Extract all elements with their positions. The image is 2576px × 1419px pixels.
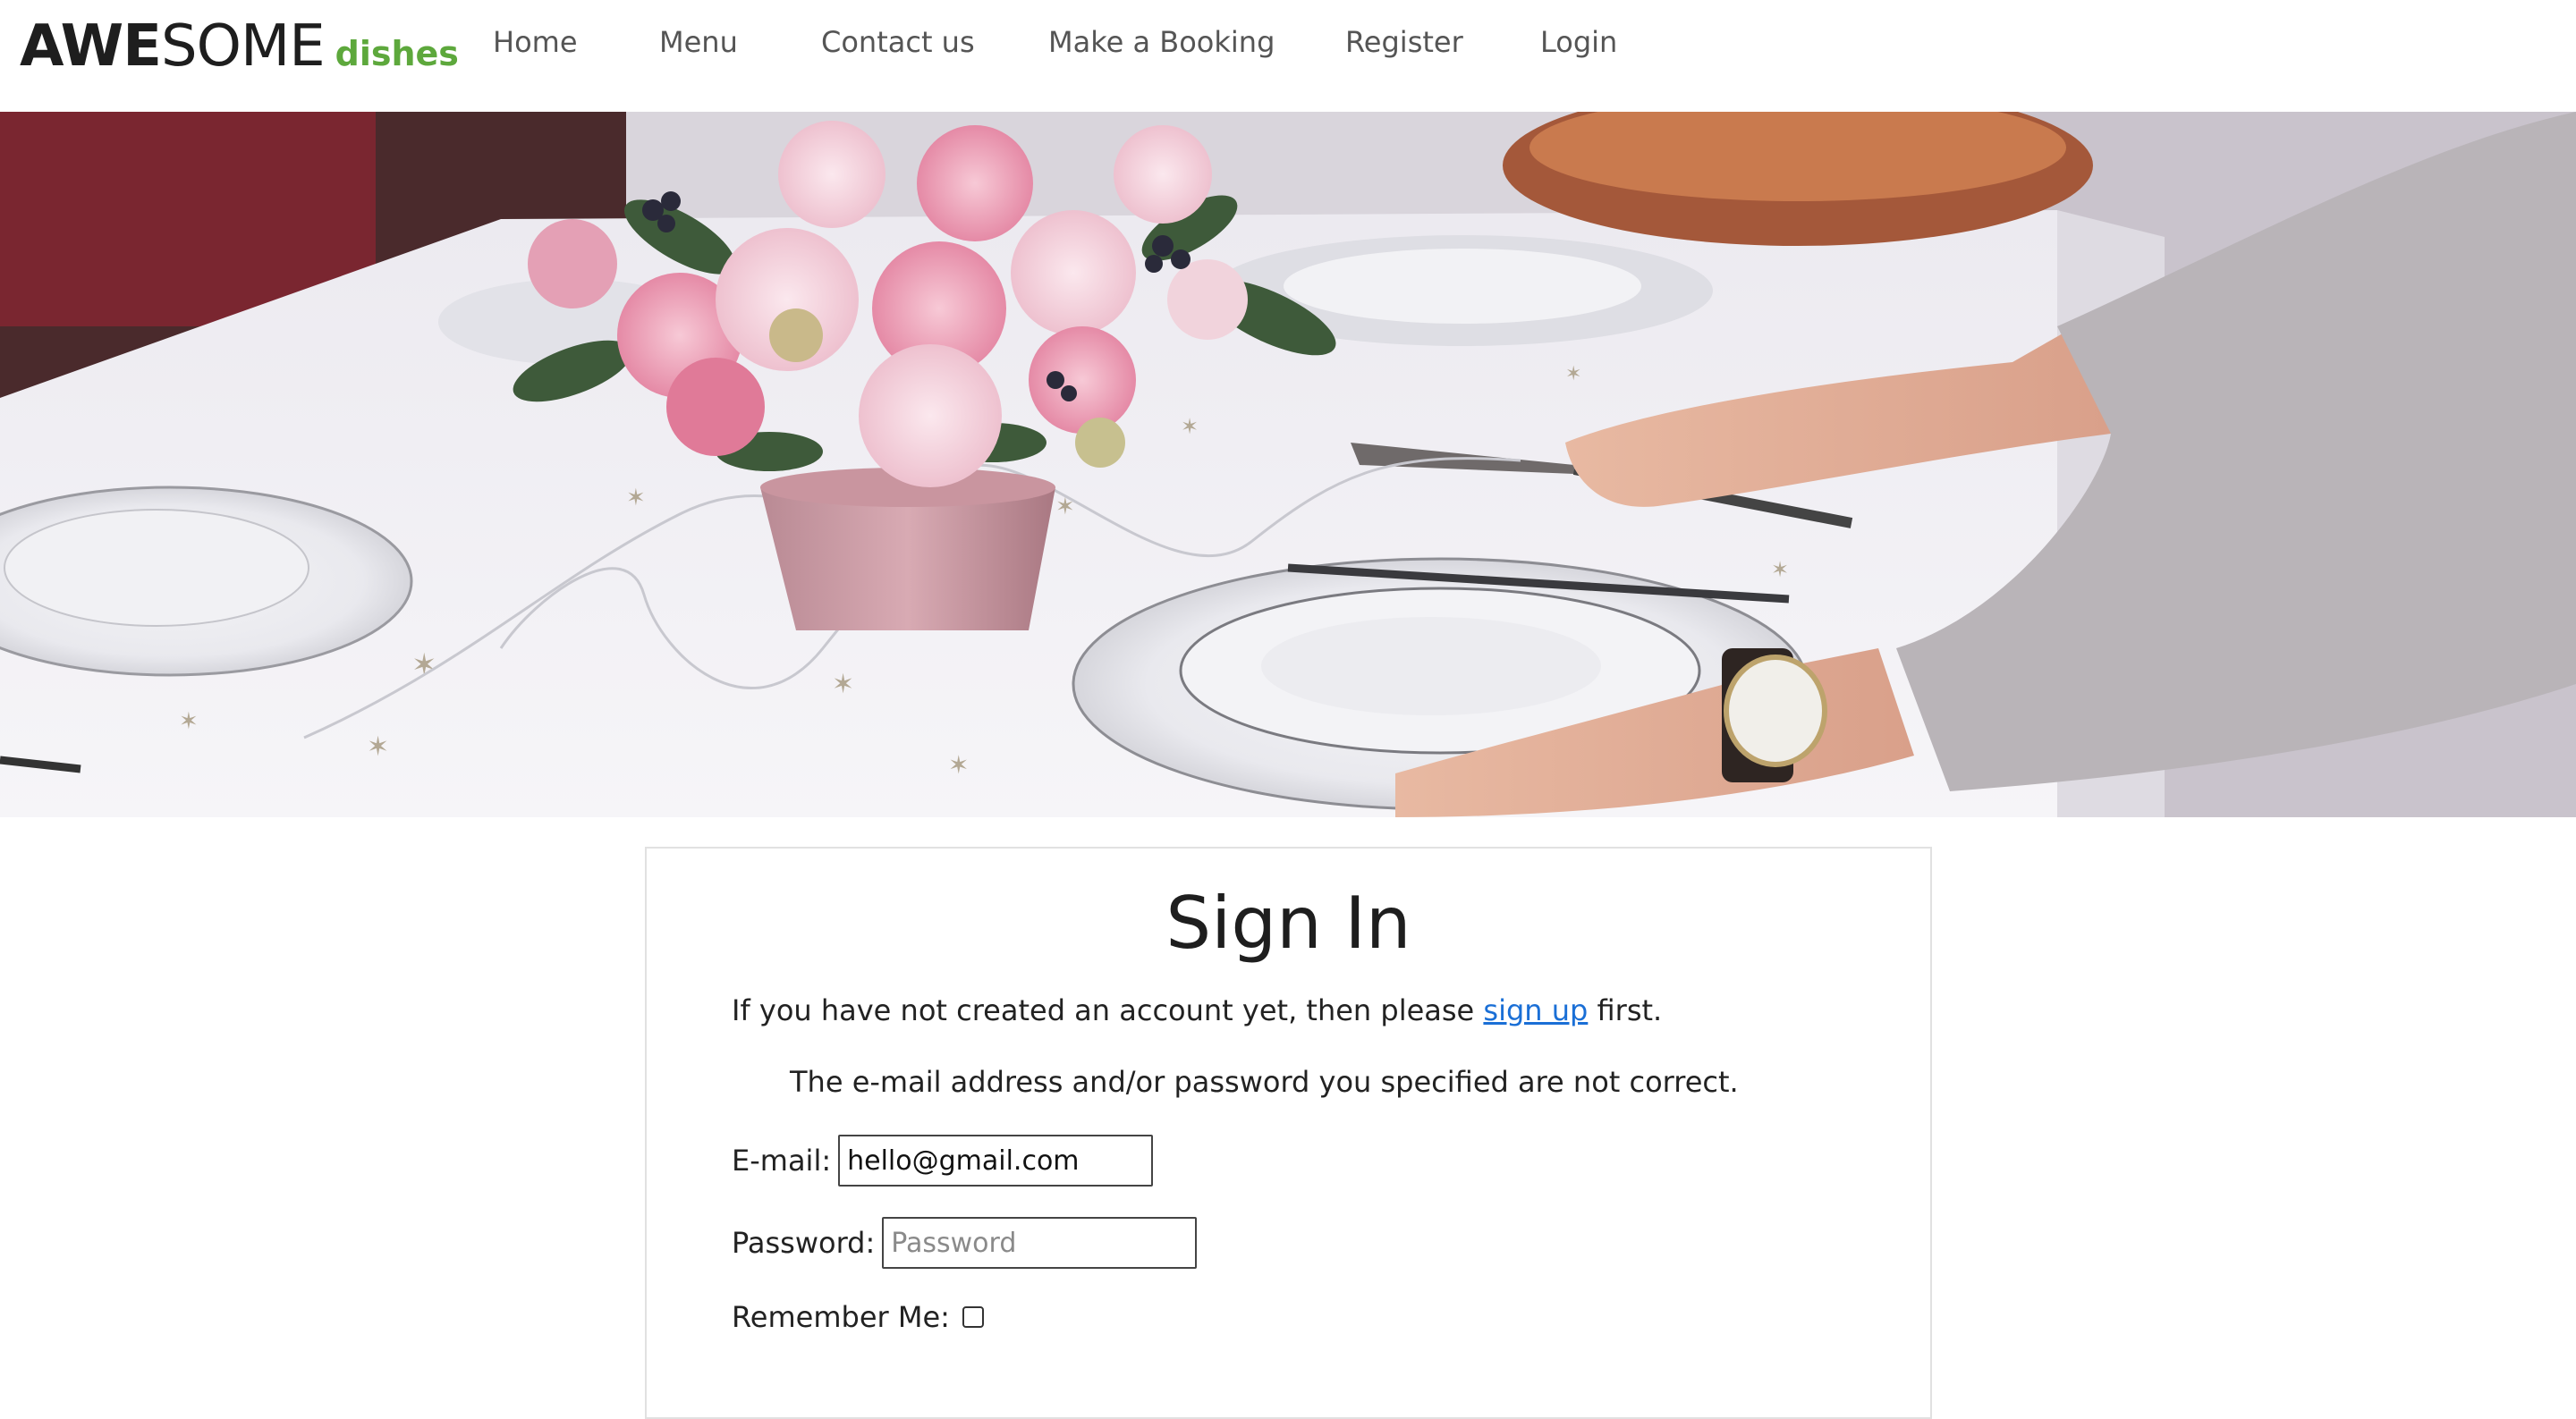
svg-text:✶: ✶ <box>411 647 437 683</box>
brand-some: SOME <box>160 13 326 80</box>
nav-register[interactable]: Register <box>1345 25 1463 59</box>
nav-booking[interactable]: Make a Booking <box>1048 25 1275 59</box>
brand-tagline: dishes <box>335 34 459 73</box>
table-setting-illustration: ✶ ✶ ✶ ✶ ✶ ✶ ✶ ✶ ✶ ✶ ✶ ✶ <box>0 112 2576 817</box>
signin-card: Sign In If you have not created an accou… <box>645 847 1932 1419</box>
brand-awe: AWE <box>20 13 162 80</box>
svg-text:✶: ✶ <box>1771 557 1789 582</box>
svg-text:✶: ✶ <box>1055 494 1075 520</box>
nav-contact[interactable]: Contact us <box>821 25 975 59</box>
password-field[interactable] <box>882 1217 1198 1269</box>
nav-home[interactable]: Home <box>493 25 578 59</box>
signup-prompt-before: If you have not created an account yet, … <box>732 993 1484 1027</box>
signup-prompt-after: first. <box>1588 993 1663 1027</box>
error-message: The e-mail address and/or password you s… <box>790 1065 1739 1099</box>
nav-menu[interactable]: Menu <box>659 25 738 59</box>
email-row: E-mail: <box>732 1135 1154 1187</box>
svg-text:✶: ✶ <box>832 669 854 700</box>
svg-text:✶: ✶ <box>626 485 646 511</box>
signup-prompt: If you have not created an account yet, … <box>732 993 1662 1027</box>
email-field[interactable] <box>838 1135 1154 1187</box>
hero-image: ✶ ✶ ✶ ✶ ✶ ✶ ✶ ✶ ✶ ✶ ✶ ✶ <box>0 112 2576 817</box>
top-navbar: AWE SOME dishes Home Menu Contact us Make … <box>0 0 2576 112</box>
nav-login[interactable]: Login <box>1540 25 1617 59</box>
svg-text:✶: ✶ <box>948 750 969 780</box>
password-label: Password: <box>732 1226 876 1260</box>
svg-text:✶: ✶ <box>179 708 199 735</box>
signup-link[interactable]: sign up <box>1483 993 1588 1027</box>
page-title: Sign In <box>1165 882 1411 965</box>
remember-checkbox[interactable] <box>962 1306 984 1328</box>
brand-logo[interactable]: AWE SOME dishes <box>20 9 459 98</box>
email-label: E-mail: <box>732 1144 832 1178</box>
svg-text:✶: ✶ <box>1565 363 1581 385</box>
remember-row: Remember Me: <box>732 1300 984 1334</box>
svg-text:✶: ✶ <box>367 731 389 763</box>
password-row: Password: <box>732 1217 1198 1269</box>
svg-text:✶: ✶ <box>1181 414 1199 439</box>
remember-label: Remember Me: <box>732 1300 950 1334</box>
